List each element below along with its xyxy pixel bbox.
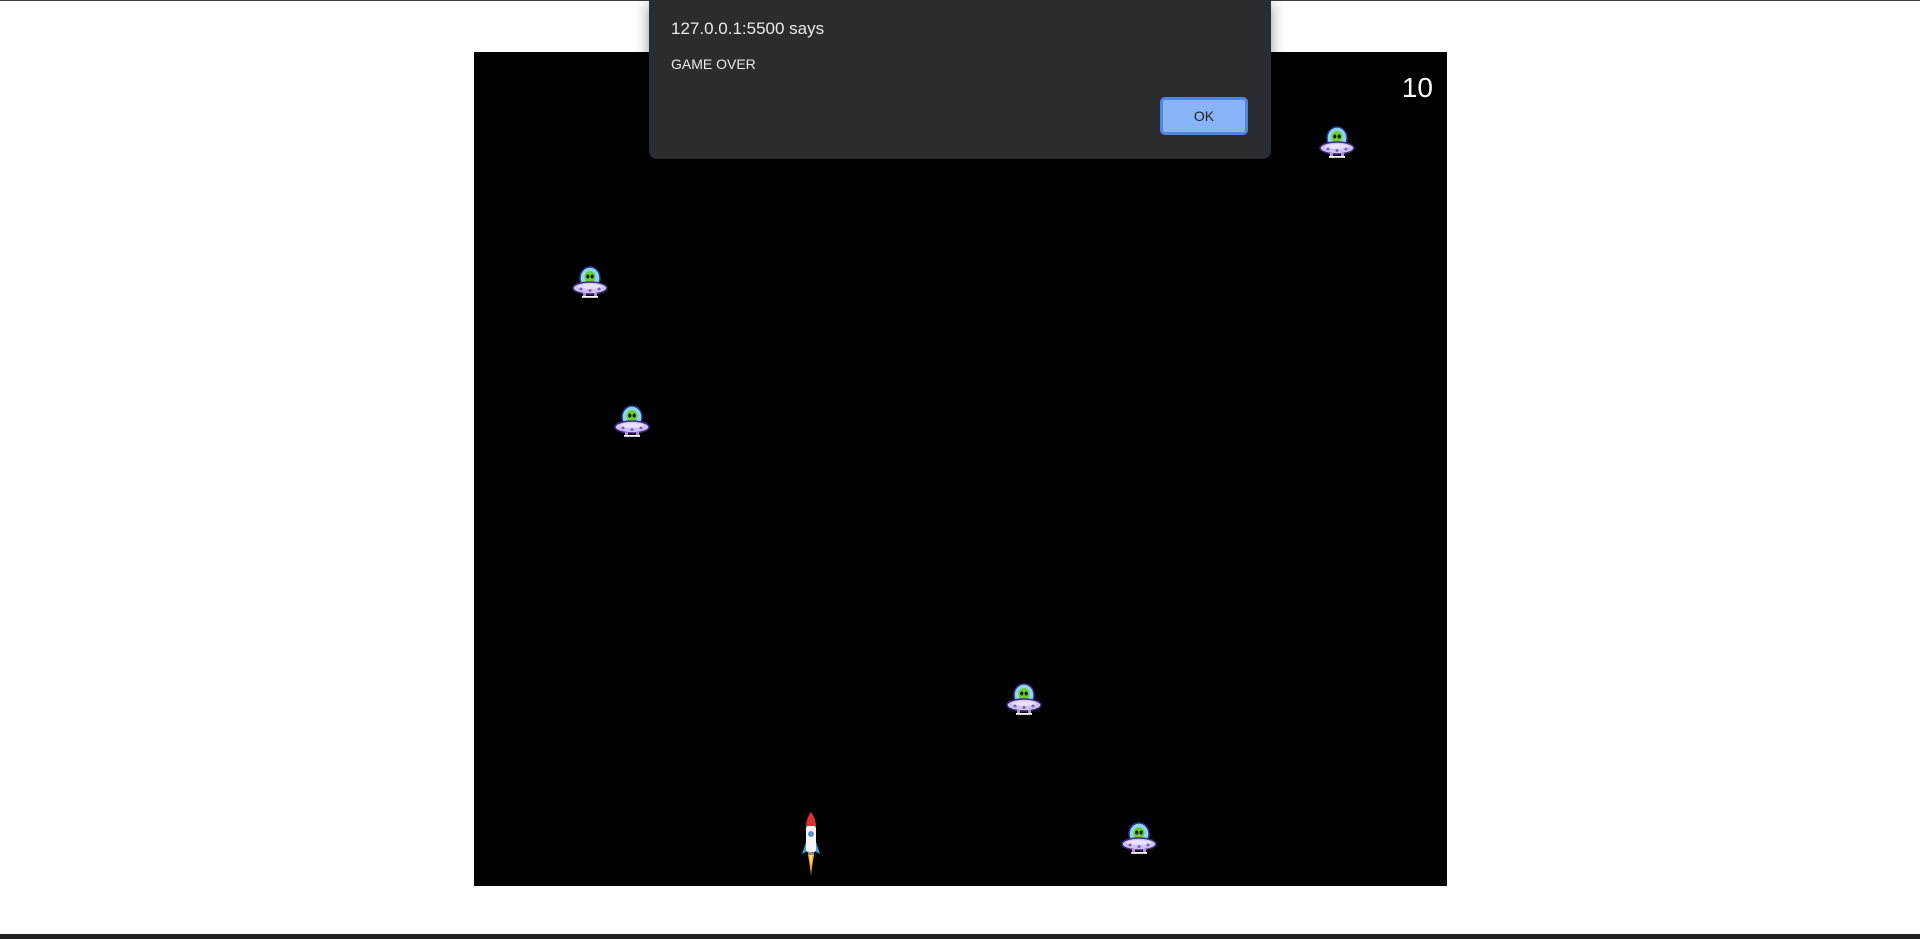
game-canvas[interactable]: 10	[474, 52, 1447, 886]
taskbar-edge	[0, 934, 1920, 939]
alert-message: GAME OVER	[671, 56, 756, 72]
alien-ufo-icon	[570, 262, 610, 302]
alert-dialog: 127.0.0.1:5500 says GAME OVER OK	[649, 0, 1271, 159]
score-display: 10	[1401, 72, 1433, 103]
alien-ufo-icon	[612, 401, 652, 441]
alien-ufo-icon	[1004, 679, 1044, 719]
alien-ufo-icon	[1317, 122, 1357, 162]
alien-ufo-icon	[1119, 818, 1159, 858]
rocket-ship-icon	[801, 810, 821, 880]
ok-button[interactable]: OK	[1160, 97, 1248, 135]
alert-title: 127.0.0.1:5500 says	[671, 19, 825, 38]
